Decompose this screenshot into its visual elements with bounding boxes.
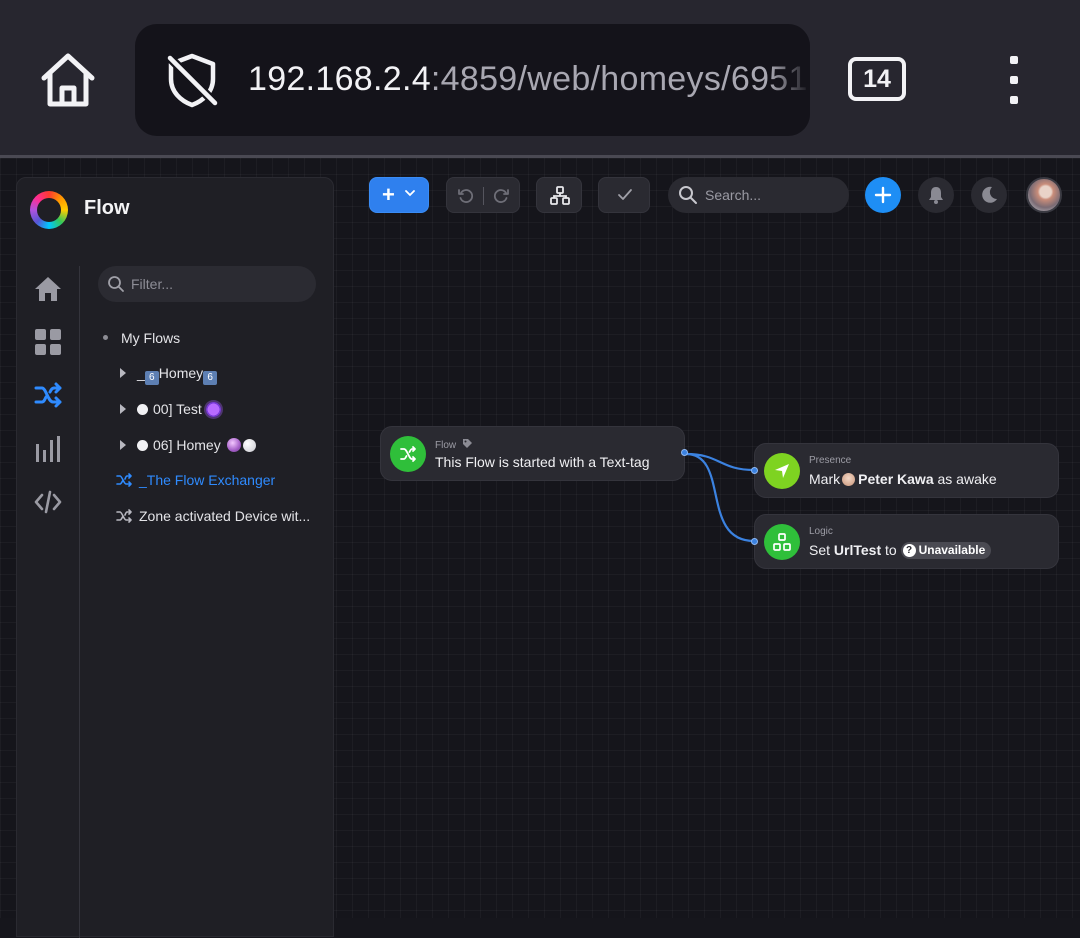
- browser-toolbar: 192.168.2.4:4859/web/homeys/6951 14: [0, 0, 1080, 157]
- card-label: Presence: [809, 455, 852, 466]
- output-port[interactable]: [681, 449, 688, 456]
- flow-trigger-icon: [390, 436, 426, 472]
- input-port[interactable]: [751, 538, 758, 545]
- question-icon: ?: [902, 544, 916, 557]
- tab-switcher-button[interactable]: 14: [848, 57, 906, 101]
- trigger-card[interactable]: Flow This Flow is started with a Text-ta…: [380, 426, 688, 481]
- action-card-logic[interactable]: Logic Set UrlTest to ? Unavailable: [751, 514, 1059, 569]
- url-text: 192.168.2.4:4859/web/homeys/6951: [248, 60, 808, 98]
- input-port[interactable]: [751, 467, 758, 474]
- home-icon[interactable]: [36, 48, 100, 112]
- logic-icon: [764, 524, 800, 560]
- card-text: Set UrlTest to ? Unavailable: [809, 542, 992, 559]
- card-label: Flow: [435, 438, 473, 451]
- card-text: Mark Peter Kawa as awake: [809, 471, 997, 487]
- more-options-icon[interactable]: [995, 52, 1033, 108]
- card-label: Logic: [809, 526, 833, 537]
- flow-editor-canvas[interactable]: Flow Filter... My Flows _ 6 Homey 6 00] …: [0, 158, 1080, 938]
- address-bar[interactable]: 192.168.2.4:4859/web/homeys/6951: [135, 24, 810, 136]
- shield-off-icon[interactable]: [163, 51, 221, 109]
- presence-icon: [764, 453, 800, 489]
- unavailable-token[interactable]: ? Unavailable: [900, 542, 992, 559]
- person-avatar: [842, 473, 856, 486]
- tag-icon: [462, 439, 472, 448]
- card-text: This Flow is started with a Text-tag: [435, 454, 650, 470]
- action-card-presence[interactable]: Presence Mark Peter Kawa as awake: [751, 443, 1059, 498]
